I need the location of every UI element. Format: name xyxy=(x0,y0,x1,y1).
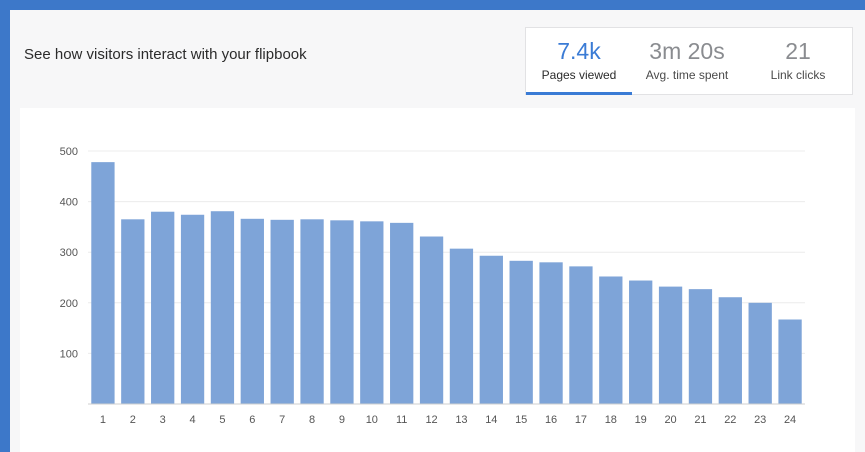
link-clicks-value: 21 xyxy=(785,38,811,64)
x-tick-label: 17 xyxy=(575,414,587,426)
bar-page-18[interactable] xyxy=(599,276,623,404)
x-tick-label: 24 xyxy=(784,414,796,426)
bar-page-2[interactable] xyxy=(121,219,145,404)
x-tick-label: 5 xyxy=(219,414,225,426)
x-tick-label: 2 xyxy=(130,414,136,426)
y-tick-label: 100 xyxy=(60,348,78,360)
x-tick-label: 19 xyxy=(635,414,647,426)
metric-tabs: 7.4k Pages viewed 3m 20s Avg. time spent… xyxy=(525,27,853,95)
bar-page-21[interactable] xyxy=(688,289,713,404)
bar-page-17[interactable] xyxy=(569,266,593,404)
bar-page-11[interactable] xyxy=(390,222,414,404)
bar-page-4[interactable] xyxy=(180,214,205,404)
bar-page-22[interactable] xyxy=(718,297,742,404)
x-tick-label: 21 xyxy=(694,414,706,426)
x-tick-label: 18 xyxy=(605,414,617,426)
x-tick-label: 23 xyxy=(754,414,766,426)
x-tick-label: 6 xyxy=(249,414,255,426)
bar-page-24[interactable] xyxy=(778,319,802,404)
bar-page-9[interactable] xyxy=(330,220,354,404)
bar-page-12[interactable] xyxy=(419,236,444,404)
x-tick-label: 14 xyxy=(485,414,497,426)
bar-page-6[interactable] xyxy=(240,218,264,404)
chart-panel: 100 200 300 400 500 1 2 3 4 5 6 7 8 9 10 11 12 13 14 15 16 17… xyxy=(20,108,855,452)
bar-page-16[interactable] xyxy=(539,262,563,404)
x-tick-label: 11 xyxy=(396,414,407,426)
x-tick-label: 20 xyxy=(664,414,676,426)
x-tick-label: 9 xyxy=(339,414,345,426)
y-tick-label: 200 xyxy=(60,298,78,310)
x-tick-label: 3 xyxy=(160,414,166,426)
page-title: See how visitors interact with your flip… xyxy=(24,46,307,63)
y-tick-label: 500 xyxy=(60,146,78,158)
tab-avg-time-spent[interactable]: 3m 20s Avg. time spent xyxy=(632,28,742,94)
x-tick-label: 13 xyxy=(455,414,467,426)
x-tick-label: 10 xyxy=(366,414,378,426)
x-tick-label: 15 xyxy=(515,414,527,426)
bar-page-23[interactable] xyxy=(748,302,772,404)
x-tick-label: 8 xyxy=(309,414,315,426)
bar-page-7[interactable] xyxy=(270,219,294,404)
bar-page-10[interactable] xyxy=(360,221,384,404)
x-tick-label: 7 xyxy=(279,414,285,426)
bar-page-5[interactable] xyxy=(210,211,235,404)
x-tick-label: 22 xyxy=(724,414,736,426)
bar-page-15[interactable] xyxy=(509,260,533,404)
flipbook-analytics-card: See how visitors interact with your flip… xyxy=(10,10,865,452)
pages-viewed-bar-chart: 1002003004005001 2 3 4 5 6 7 8 9 10 11 12 13 14 15 16 17… xyxy=(60,146,805,426)
bar-page-8[interactable] xyxy=(300,219,324,404)
tab-link-clicks[interactable]: 21 Link clicks xyxy=(742,28,854,94)
avg-time-spent-label: Avg. time spent xyxy=(645,68,729,82)
bar-page-13[interactable] xyxy=(449,248,474,404)
y-tick-label: 300 xyxy=(60,247,78,259)
y-tick-label: 400 xyxy=(60,197,78,209)
x-tick-label: 16 xyxy=(545,414,557,426)
bar-page-14[interactable] xyxy=(479,255,503,404)
pages-viewed-label: Pages viewed xyxy=(541,68,617,82)
x-tick-label: 12 xyxy=(425,414,437,426)
bar-page-3[interactable] xyxy=(151,211,175,404)
bar-page-20[interactable] xyxy=(658,286,683,404)
avg-time-spent-value: 3m 20s xyxy=(649,38,725,64)
bar-page-1[interactable] xyxy=(91,162,115,404)
tab-pages-viewed[interactable]: 7.4k Pages viewed xyxy=(526,28,632,95)
pages-viewed-value: 7.4k xyxy=(557,38,601,64)
x-tick-label: 4 xyxy=(190,414,196,426)
bar-page-19[interactable] xyxy=(629,280,653,404)
x-tick-label: 1 xyxy=(100,414,106,426)
link-clicks-label: Link clicks xyxy=(770,68,826,82)
